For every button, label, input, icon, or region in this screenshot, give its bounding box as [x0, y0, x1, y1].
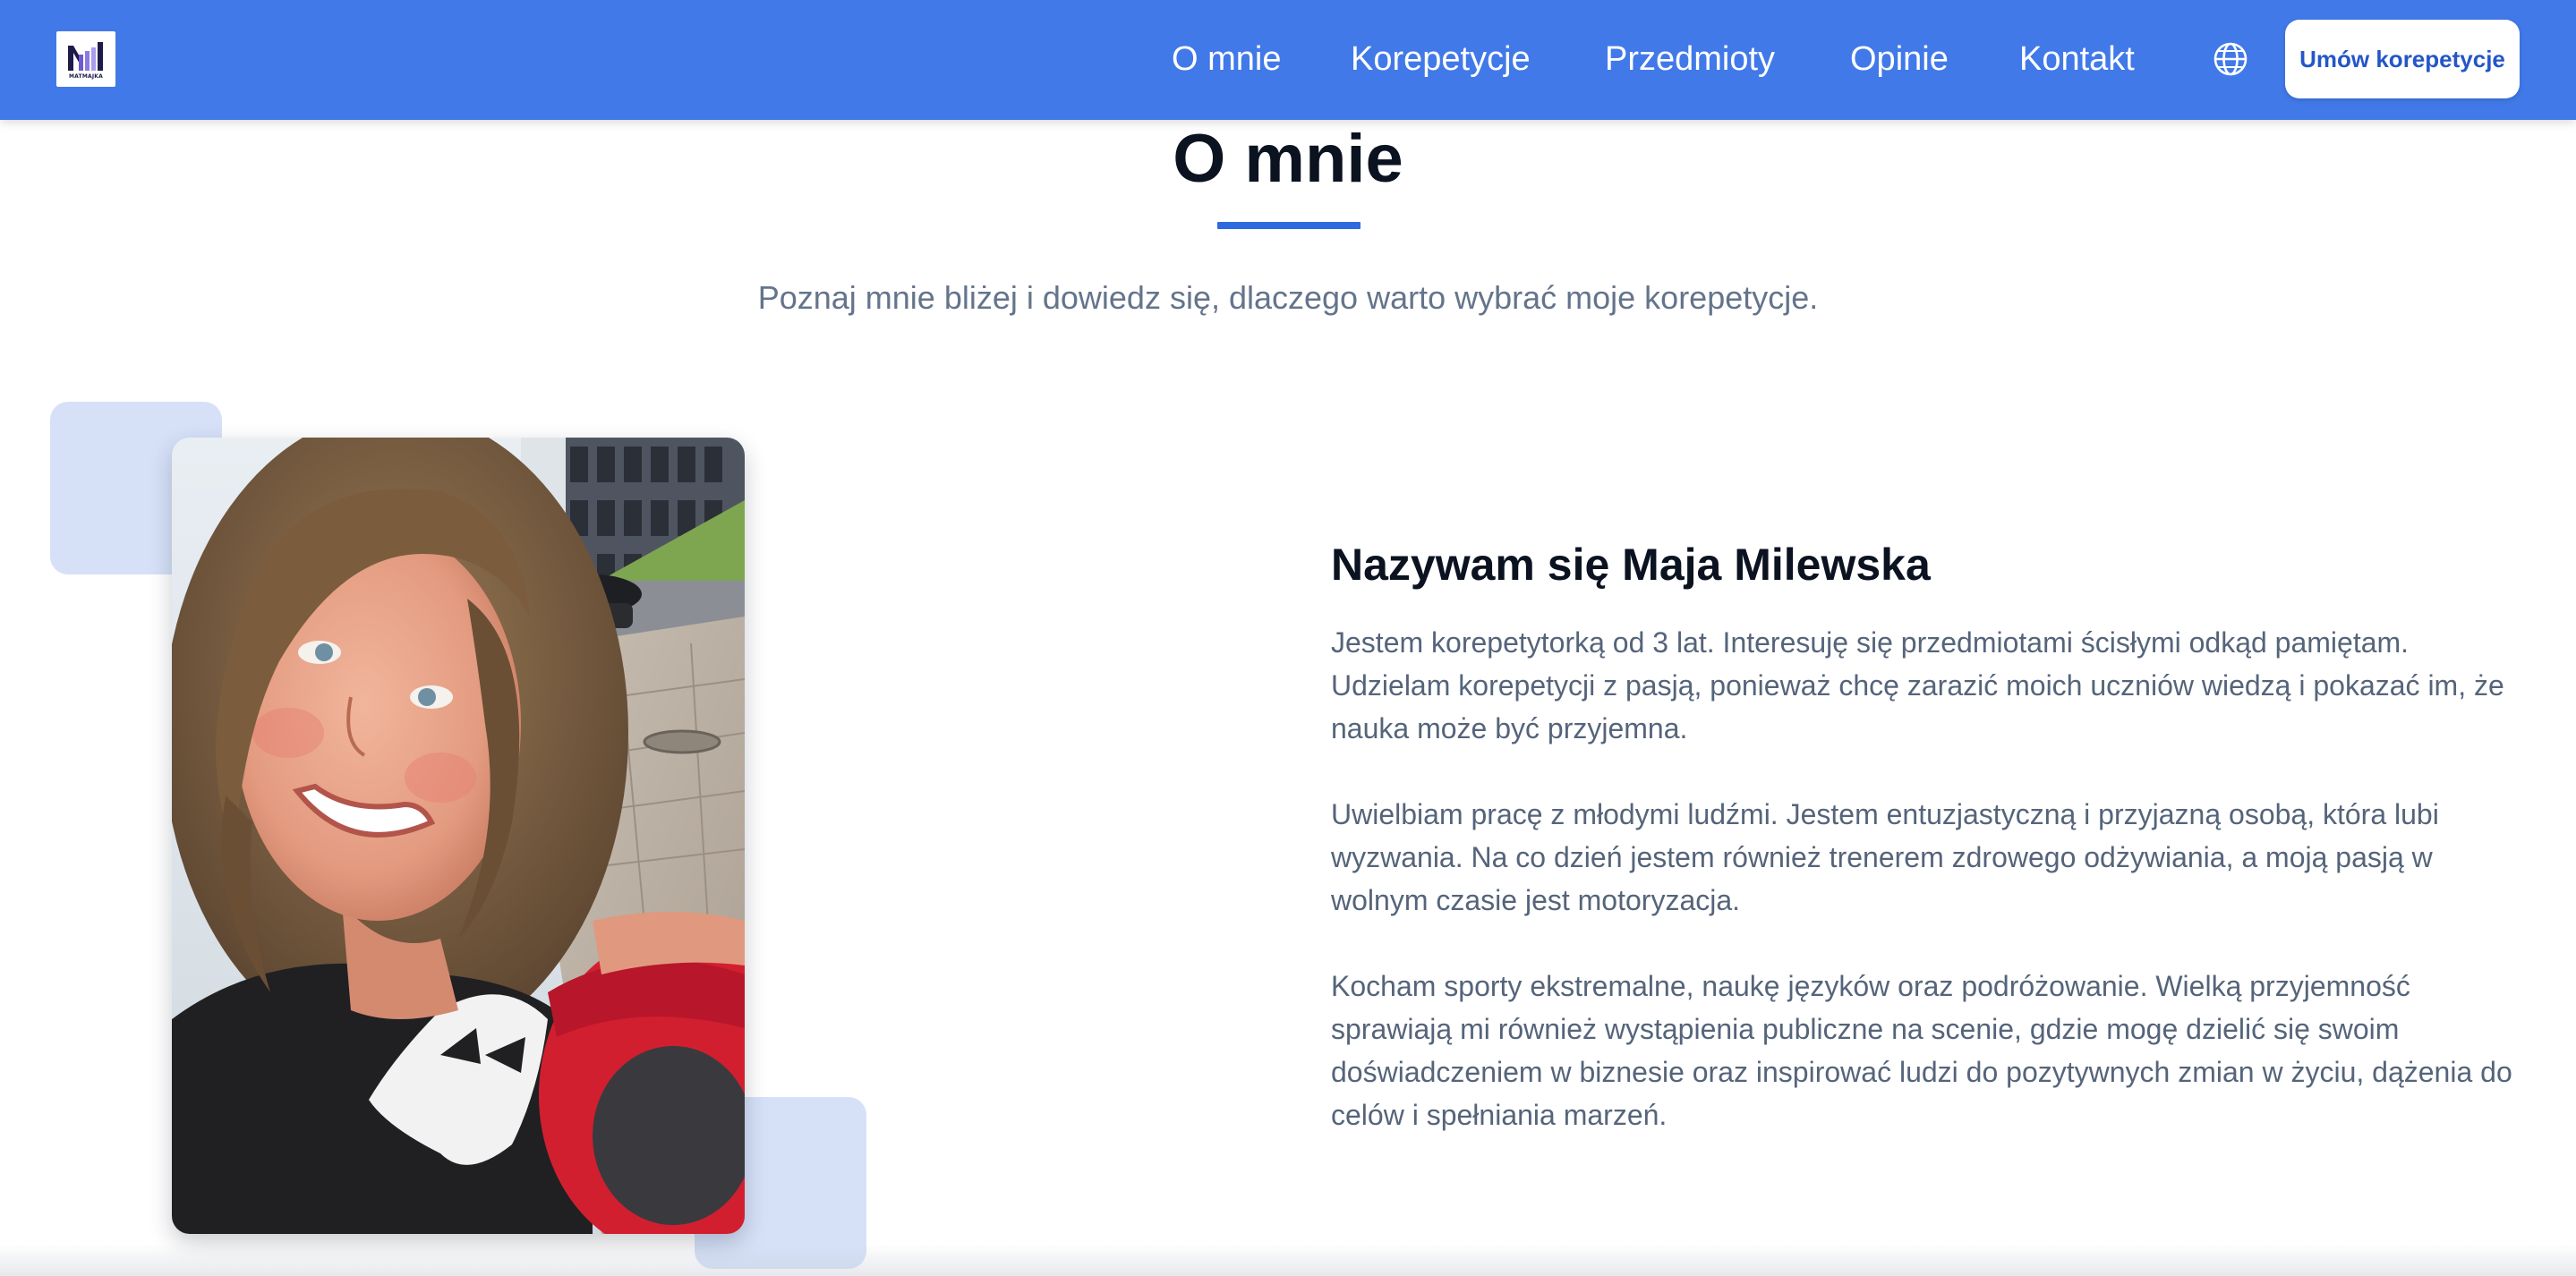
profile-heading: Nazywam się Maja Milewska [1331, 540, 1931, 590]
about-paragraph-2: Uwielbiam pracę z młodymi ludźmi. Jestem… [1331, 798, 2439, 916]
section-title: O mnie [1173, 121, 1403, 197]
title-underline [1217, 222, 1361, 229]
book-lessons-button[interactable]: Umów korepetycje [2285, 20, 2520, 98]
logo-chart-icon [68, 42, 103, 71]
logo-text: MATMAJKA [69, 73, 103, 80]
nav-link-przedmioty[interactable]: Przedmioty [1605, 39, 1775, 79]
nav-link-kontakt[interactable]: Kontakt [2019, 39, 2135, 79]
profile-photo [172, 438, 745, 1234]
globe-icon[interactable] [2213, 41, 2248, 77]
nav-link-korepetycje[interactable]: Korepetycje [1351, 39, 1531, 79]
section-subtitle: Poznaj mnie bliżej i dowiedz się, dlacze… [757, 279, 1819, 316]
site-logo[interactable]: MATMAJKA [56, 31, 115, 87]
nav-link-opinie[interactable]: Opinie [1850, 39, 1949, 79]
about-paragraph-1: Jestem korepetytorką od 3 lat. Interesuj… [1331, 626, 2504, 744]
nav-link-o-mnie[interactable]: O mnie [1172, 39, 1281, 79]
about-paragraph-3: Kocham sporty ekstremalne, naukę języków… [1331, 970, 2512, 1131]
navbar: MATMAJKA O mnie Korepetycje Przedmioty O… [0, 0, 2576, 120]
bottom-shadow [0, 1244, 2576, 1276]
